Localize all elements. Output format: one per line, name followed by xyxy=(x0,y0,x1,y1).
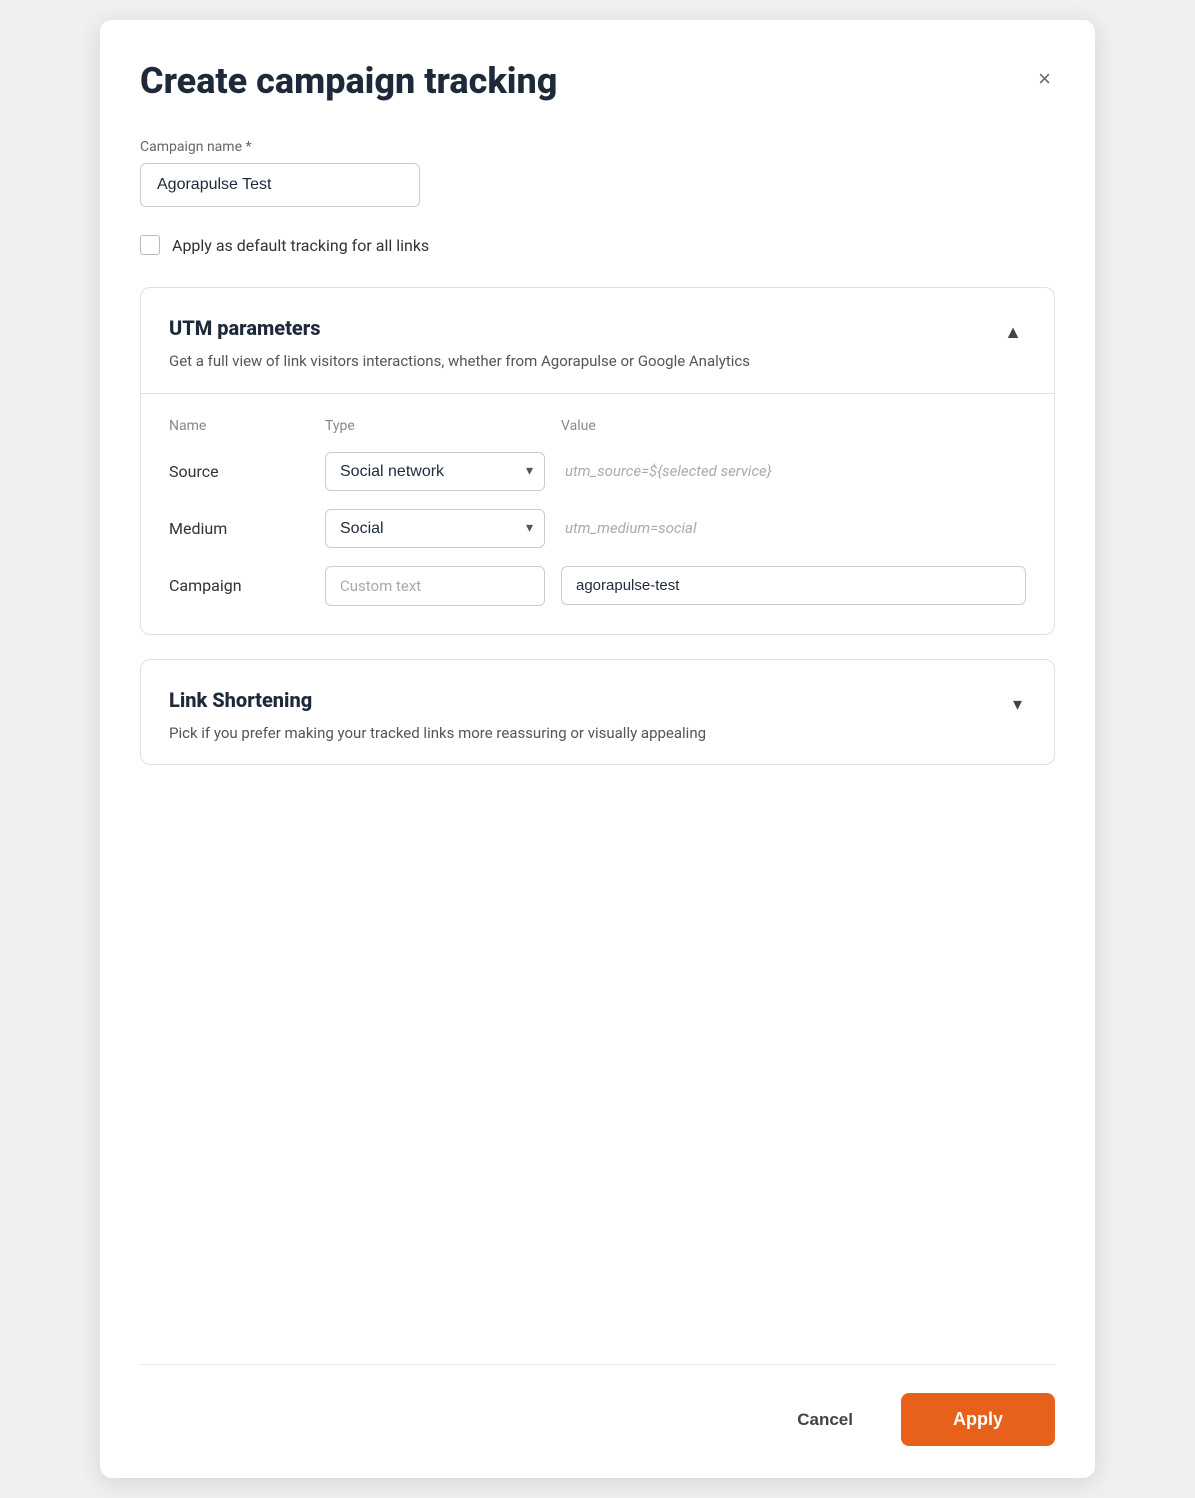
col-header-name: Name xyxy=(169,418,309,434)
link-shortening-header-content: Link Shortening Pick if you prefer makin… xyxy=(169,688,1009,745)
utm-medium-type-select[interactable]: Social Custom text Fixed value xyxy=(325,509,545,548)
modal-header: Create campaign tracking × xyxy=(140,60,1055,103)
utm-title: UTM parameters xyxy=(169,316,1000,340)
link-shortening-card-header: Link Shortening Pick if you prefer makin… xyxy=(141,660,1054,765)
campaign-name-label: Campaign name * xyxy=(140,139,1055,155)
modal-title: Create campaign tracking xyxy=(140,60,557,103)
campaign-name-section: Campaign name * xyxy=(140,139,1055,207)
utm-table: Name Type Value Source Social network Cu… xyxy=(141,394,1054,634)
default-tracking-row: Apply as default tracking for all links xyxy=(140,235,1055,255)
utm-row-source: Source Social network Custom text Fixed … xyxy=(169,452,1026,491)
utm-row-campaign: Campaign Custom text xyxy=(169,566,1026,606)
utm-campaign-value-input[interactable] xyxy=(561,566,1026,605)
utm-source-type-select[interactable]: Social network Custom text Fixed value xyxy=(325,452,545,491)
default-tracking-checkbox[interactable] xyxy=(140,235,160,255)
close-button[interactable]: × xyxy=(1034,64,1055,94)
utm-source-label: Source xyxy=(169,462,309,481)
utm-description: Get a full view of link visitors interac… xyxy=(169,350,869,373)
modal-footer: Cancel Apply xyxy=(140,1364,1055,1478)
utm-header-content: UTM parameters Get a full view of link v… xyxy=(169,316,1000,373)
campaign-name-input[interactable] xyxy=(140,163,420,207)
utm-row-medium: Medium Social Custom text Fixed value ▾ … xyxy=(169,509,1026,548)
utm-medium-value-placeholder: utm_medium=social xyxy=(561,509,1026,547)
link-shortening-title: Link Shortening xyxy=(169,688,1009,712)
modal-container: Create campaign tracking × Campaign name… xyxy=(100,20,1095,1478)
link-shortening-description: Pick if you prefer making your tracked l… xyxy=(169,722,869,745)
utm-collapse-button[interactable]: ▲ xyxy=(1000,318,1026,347)
utm-card-header: UTM parameters Get a full view of link v… xyxy=(141,288,1054,393)
utm-campaign-type-placeholder: Custom text xyxy=(325,566,545,606)
utm-medium-type-wrapper: Social Custom text Fixed value ▾ xyxy=(325,509,545,548)
utm-campaign-label: Campaign xyxy=(169,576,309,595)
link-shortening-card: Link Shortening Pick if you prefer makin… xyxy=(140,659,1055,766)
utm-source-type-wrapper: Social network Custom text Fixed value ▾ xyxy=(325,452,545,491)
utm-source-value-placeholder: utm_source=${selected service} xyxy=(561,452,1026,490)
default-tracking-label: Apply as default tracking for all links xyxy=(172,236,429,255)
utm-medium-label: Medium xyxy=(169,519,309,538)
apply-button[interactable]: Apply xyxy=(901,1393,1055,1446)
link-shortening-expand-button[interactable]: ▾ xyxy=(1009,690,1026,719)
cancel-button[interactable]: Cancel xyxy=(769,1396,881,1444)
col-header-value: Value xyxy=(561,418,1026,434)
utm-col-headers: Name Type Value xyxy=(169,418,1026,434)
utm-card: UTM parameters Get a full view of link v… xyxy=(140,287,1055,635)
col-header-type: Type xyxy=(325,418,545,434)
